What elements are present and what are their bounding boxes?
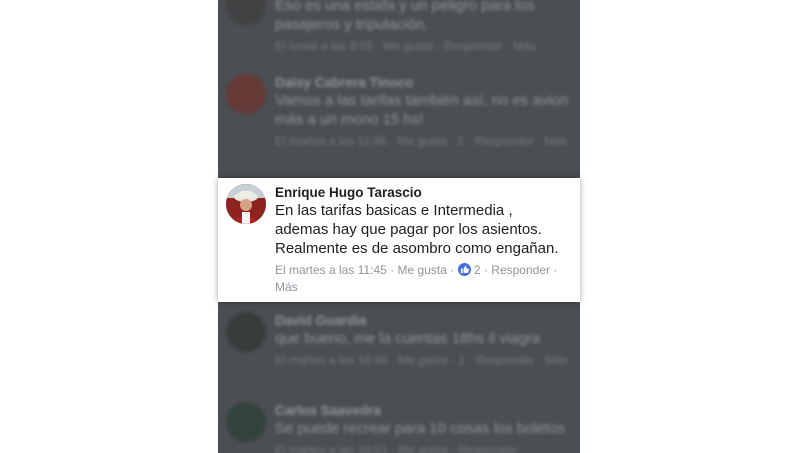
comment-meta: El lunes a las 8:55 · Me gusta · Respond…: [275, 39, 536, 53]
highlighted-comment: Enrique Hugo Tarascio En las tarifas bas…: [218, 178, 580, 302]
comment-text: que bueno, me la cuentas 18hs il viagra: [275, 330, 541, 347]
reply-button[interactable]: Responder: [491, 263, 550, 277]
avatar[interactable]: [226, 184, 266, 224]
comment-author[interactable]: David Guardia: [275, 312, 570, 329]
separator: ·: [450, 263, 455, 277]
comment-meta: El martes a las 10:48 · Me gusta · 1 · R…: [275, 353, 568, 367]
comment-meta: El martes a las 10:51 · Me gusta · Respo…: [275, 443, 518, 453]
avatar[interactable]: [226, 312, 266, 352]
separator: ·: [390, 263, 395, 277]
avatar[interactable]: [226, 402, 266, 442]
comment-text: Se puede recrear para 10 cosas los bolet…: [275, 420, 566, 437]
comment-text: Eso es una estafa y un peligro para los …: [275, 0, 535, 33]
reaction-count: 2: [473, 263, 481, 277]
comment-author[interactable]: Daisy Cabrera Tinoco: [275, 74, 570, 91]
like-button[interactable]: Me gusta: [398, 263, 447, 277]
comment-author[interactable]: Enrique Hugo Tarascio: [275, 184, 570, 201]
thumbs-up-icon: [457, 263, 471, 276]
more-button[interactable]: Más: [275, 280, 298, 294]
reactions[interactable]: 2: [457, 263, 484, 277]
avatar[interactable]: [226, 0, 266, 26]
separator: ·: [483, 263, 488, 277]
comment-text: Vamos a las tarifas también así, no es a…: [275, 92, 569, 128]
comment-meta: El martes a las 11:45 · Me gusta · 2 · R…: [275, 262, 570, 296]
comment-text: En las tarifas basicas e Intermedia , ad…: [275, 202, 559, 257]
separator: ·: [553, 263, 558, 277]
avatar[interactable]: [226, 74, 266, 114]
comment-timestamp[interactable]: El martes a las 11:45: [275, 263, 387, 277]
comment-author[interactable]: Carlos Saavedra: [275, 402, 570, 419]
avatar-image: [226, 184, 266, 224]
comment-meta: El martes a las 11:45 · Me gusta · 1 · R…: [275, 134, 567, 148]
